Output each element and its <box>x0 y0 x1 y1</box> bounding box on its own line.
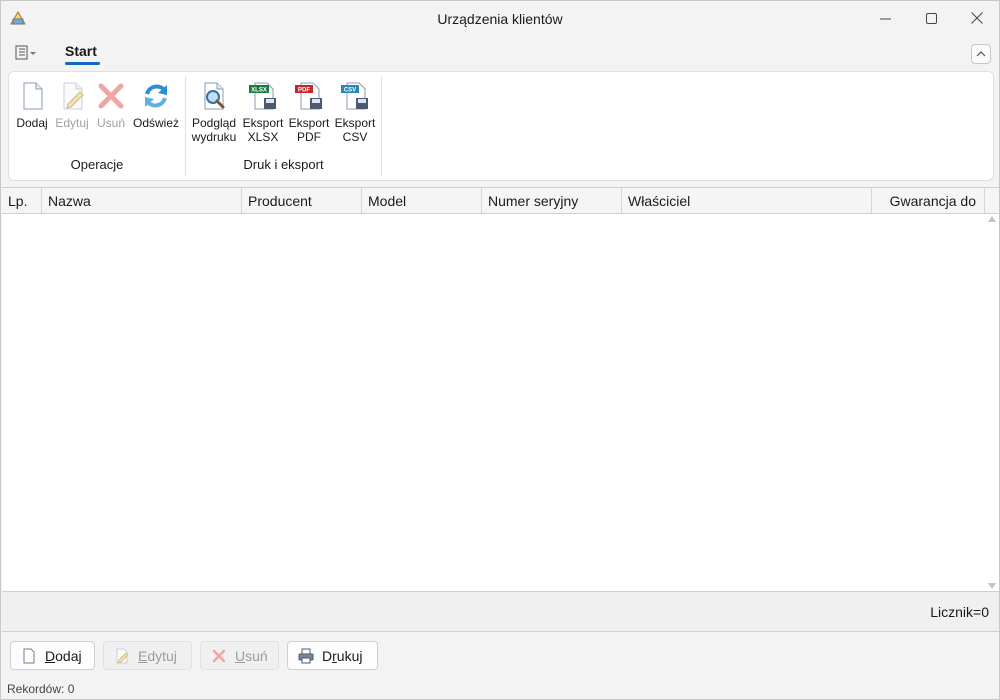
ribbon-panel: Dodaj Edytuj Usuń Odśwież Operacje Podgl… <box>8 71 994 181</box>
csv-badge-text: CSV <box>344 88 356 94</box>
edit-document-icon <box>116 648 129 664</box>
ribbon-print-preview-label: Podgląd wydruku <box>192 116 237 144</box>
edit-button[interactable]: Edytuj <box>103 641 192 670</box>
column-header-nazwa[interactable]: Nazwa <box>42 188 242 214</box>
ribbon-tab-row: Start <box>1 37 999 69</box>
tab-active-indicator <box>65 62 100 65</box>
ribbon-export-pdf-button[interactable]: PDF Eksport PDF <box>284 80 334 144</box>
close-icon <box>971 12 983 24</box>
column-header-lp[interactable]: Lp. <box>2 188 42 214</box>
label-rest: ukuj <box>336 647 363 664</box>
devices-grid[interactable]: Lp. Nazwa Producent Model Numer seryjny … <box>2 187 999 592</box>
grid-vertical-scrollbar[interactable] <box>985 214 999 591</box>
window-title: Urządzenia klientów <box>437 11 563 27</box>
ribbon-export-csv-label: Eksport CSV <box>335 116 376 144</box>
label-rest: suń <box>245 647 268 664</box>
add-button[interactable]: Dodaj <box>10 641 95 670</box>
ribbon-delete-button[interactable]: Usuń <box>86 80 136 130</box>
close-button[interactable] <box>954 1 1000 35</box>
chevron-up-icon <box>976 51 986 57</box>
ribbon-group-operacje: Dodaj Edytuj Usuń Odśwież Operacje <box>9 72 185 180</box>
ribbon-edit-label: Edytuj <box>55 116 89 130</box>
delete-button-label: Usuń <box>235 648 268 664</box>
ribbon-export-xlsx-button[interactable]: XLSX Eksport XLSX <box>238 80 288 144</box>
accelerator-key: D <box>45 647 56 664</box>
column-header-numer-seryjny[interactable]: Numer seryjny <box>482 188 622 214</box>
title-bar: Urządzenia klientów <box>1 1 999 35</box>
label-line-2: wydruku <box>191 130 237 144</box>
ribbon-export-csv-button[interactable]: CSV Eksport CSV <box>330 80 380 144</box>
ribbon-add-label: Dodaj <box>16 116 48 130</box>
maximize-icon <box>925 12 937 24</box>
label-rest: odaj <box>55 647 82 664</box>
label-line-2: XLSX <box>247 130 279 144</box>
new-document-icon <box>23 82 43 110</box>
label-line-1: Eksport <box>242 116 284 130</box>
ribbon-refresh-label: Odśwież <box>132 116 179 130</box>
minimize-icon <box>879 18 891 19</box>
label-line-1: Eksport <box>288 116 330 130</box>
column-header-model[interactable]: Model <box>362 188 482 214</box>
minimize-button[interactable] <box>862 1 908 35</box>
delete-icon <box>98 83 124 109</box>
column-header-producent[interactable]: Producent <box>242 188 362 214</box>
quick-access-menu-icon[interactable] <box>15 45 39 61</box>
edit-button-label: Edytuj <box>138 648 177 664</box>
accelerator-key: E <box>138 647 148 664</box>
column-header-wlasciciel[interactable]: Właściciel <box>622 188 872 214</box>
ribbon-group-druk-i-eksport: Podgląd wydruku XLSX Eksport XLSX PDF Ek… <box>186 72 381 180</box>
label-rest: dytuj <box>147 647 177 664</box>
ribbon-group-separator <box>381 76 382 176</box>
delete-icon <box>212 649 226 662</box>
label-prefix: D <box>322 647 333 664</box>
pdf-badge-text: PDF <box>298 88 310 94</box>
grid-header: Lp. Nazwa Producent Model Numer seryjny … <box>2 188 999 214</box>
ribbon-export-xlsx-label: Eksport XLSX <box>243 116 284 144</box>
export-xlsx-icon: XLSX <box>249 82 276 110</box>
label-line-1: Eksport <box>334 116 376 130</box>
ribbon-print-preview-button[interactable]: Podgląd wydruku <box>189 80 239 144</box>
add-button-label: Dodaj <box>45 648 82 664</box>
print-preview-icon <box>204 82 225 110</box>
maximize-button[interactable] <box>908 1 954 35</box>
export-csv-icon: CSV <box>341 82 368 110</box>
app-window: Urządzenia klientów Start Dodaj Edytuj U… <box>0 0 1000 700</box>
tab-start[interactable]: Start <box>65 43 97 59</box>
export-pdf-icon: PDF <box>295 82 322 110</box>
scroll-up-arrow-icon[interactable] <box>988 216 996 222</box>
ribbon-delete-label: Usuń <box>96 116 125 130</box>
refresh-icon <box>145 84 167 108</box>
print-button-label: Drukuj <box>322 648 362 664</box>
ribbon-group-label: Druk i eksport <box>243 157 324 172</box>
action-button-row: Dodaj Edytuj Usuń Drukuj <box>1 633 999 677</box>
column-header-gwarancja-do[interactable]: Gwarancja do <box>872 188 985 214</box>
record-counter: Licznik=0 <box>930 604 989 620</box>
xlsx-badge-text: XLSX <box>251 88 267 94</box>
edit-document-icon <box>63 82 84 110</box>
ribbon-export-pdf-label: Eksport PDF <box>289 116 330 144</box>
ribbon-group-label: Operacje <box>70 157 124 172</box>
new-document-icon <box>23 648 35 663</box>
label-line-1: Podgląd <box>191 116 237 130</box>
printer-icon <box>298 648 314 663</box>
grid-footer: Licznik=0 <box>2 592 999 632</box>
status-bar-records: Rekordów: 0 <box>7 682 75 696</box>
label-line-2: CSV <box>342 130 368 144</box>
label-line-2: PDF <box>297 130 321 144</box>
ribbon-refresh-button[interactable]: Odśwież <box>131 80 181 130</box>
ribbon-collapse-button[interactable] <box>971 44 991 64</box>
scroll-down-arrow-icon[interactable] <box>988 583 996 589</box>
delete-button[interactable]: Usuń <box>200 641 279 670</box>
print-button[interactable]: Drukuj <box>287 641 378 670</box>
accelerator-key: U <box>235 647 246 664</box>
